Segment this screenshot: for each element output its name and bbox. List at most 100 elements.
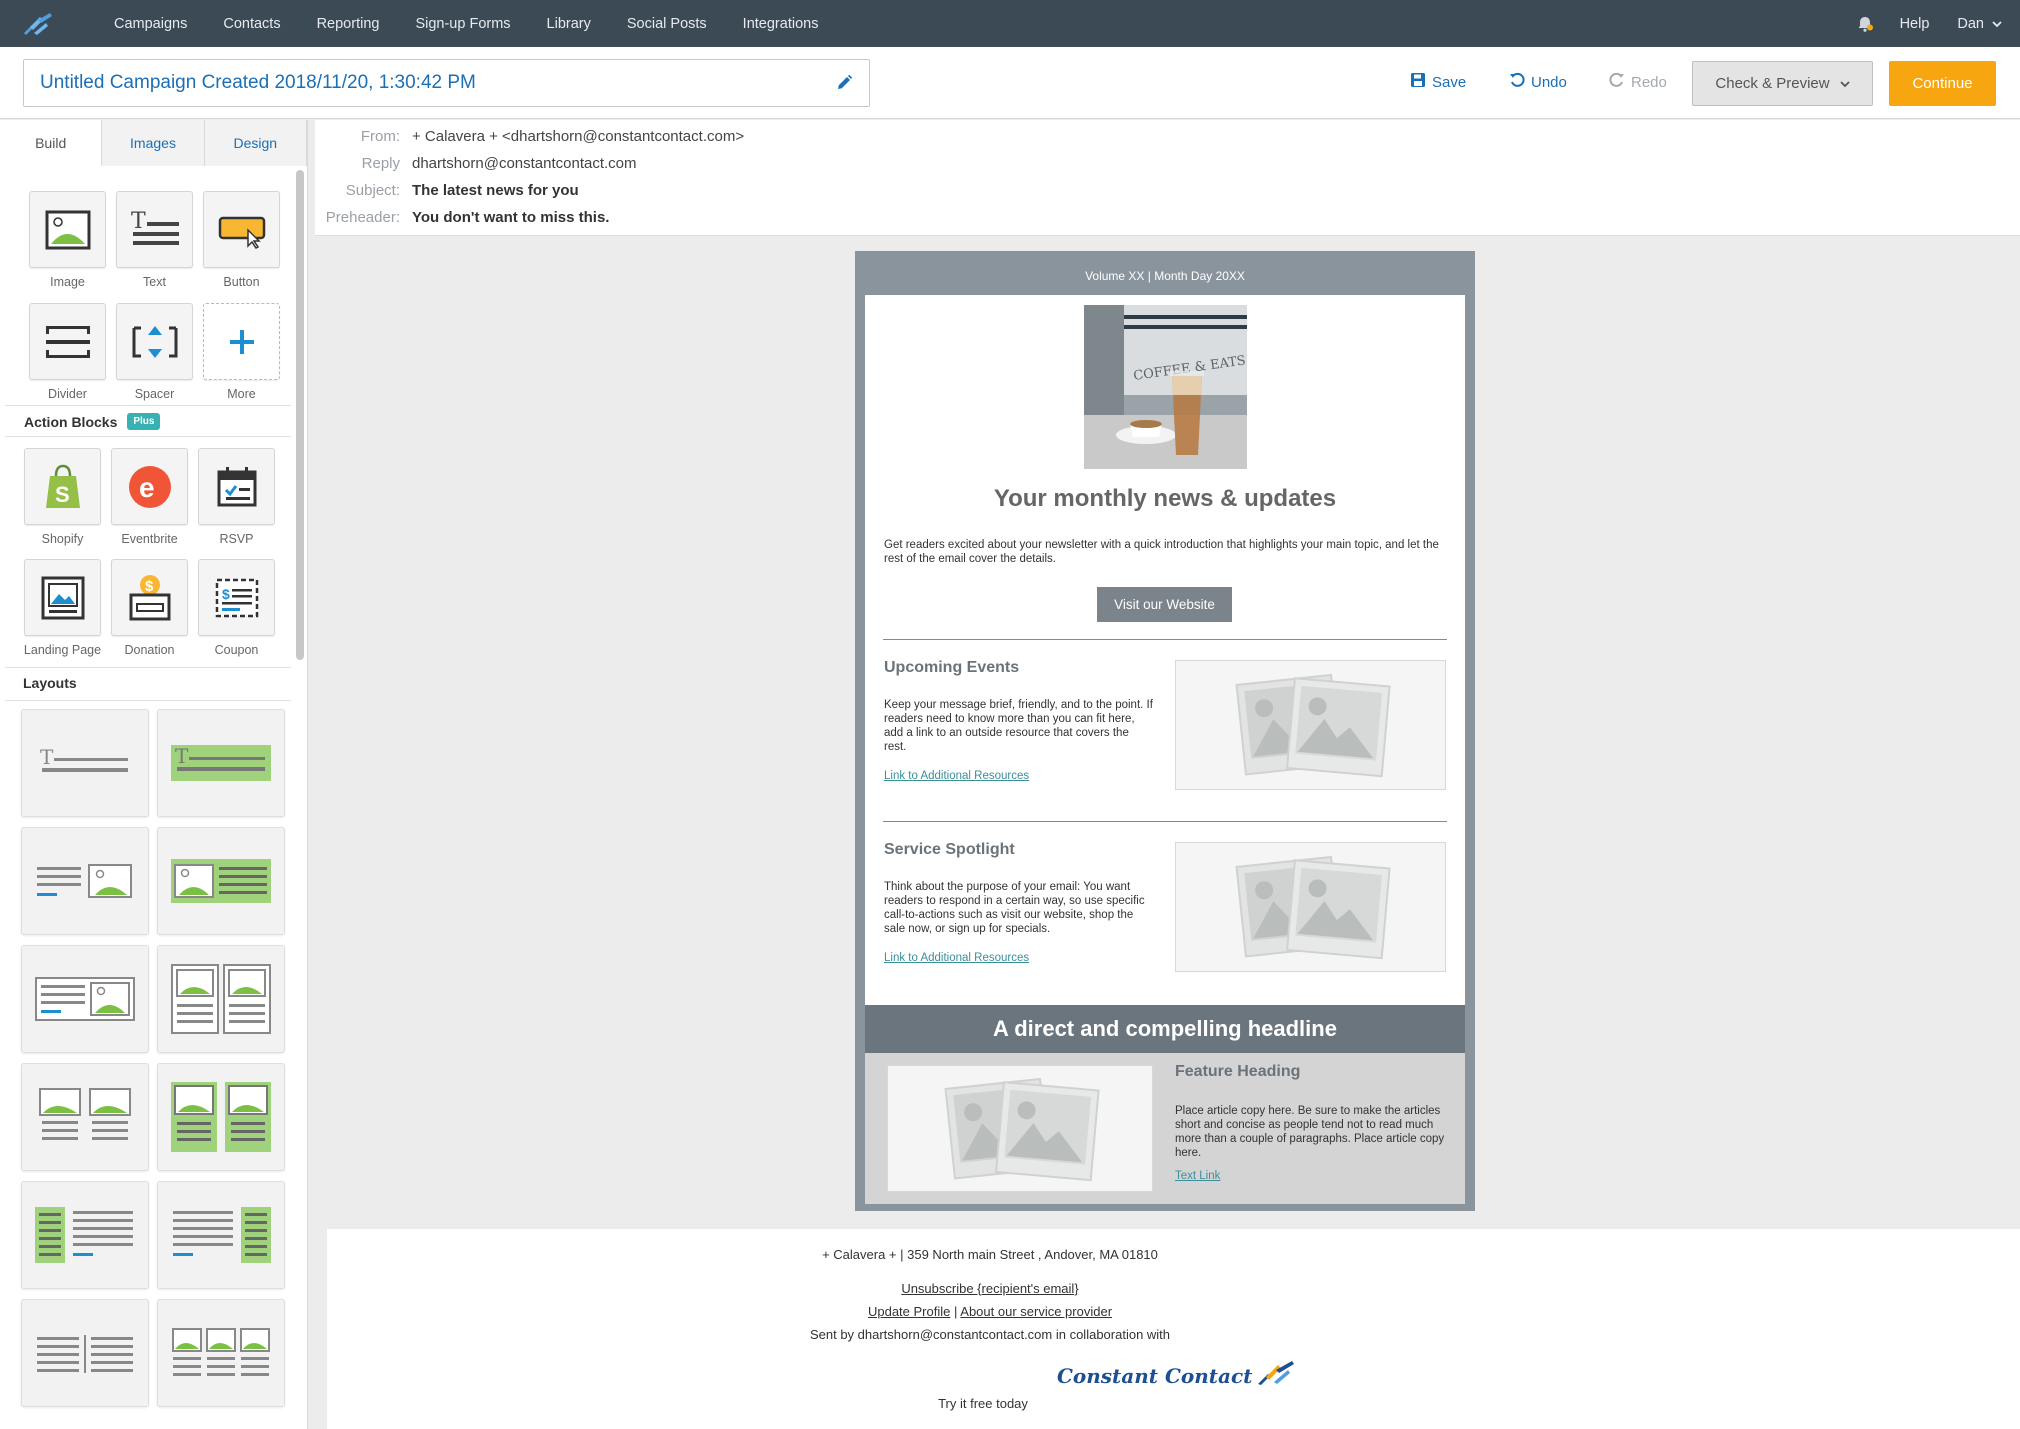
preheader-row[interactable]: Preheader: You don't want to miss this. (315, 209, 610, 226)
tab-build[interactable]: Build (0, 120, 103, 166)
nav-social-posts[interactable]: Social Posts (609, 16, 725, 32)
visit-website-button[interactable]: Visit our Website (1097, 587, 1232, 622)
layout-three-columns[interactable] (157, 1299, 285, 1407)
nav-signup-forms[interactable]: Sign-up Forms (397, 16, 528, 32)
nav-campaigns[interactable]: Campaigns (96, 16, 205, 32)
section-divider[interactable] (883, 821, 1447, 822)
service-heading[interactable]: Service Spotlight (884, 841, 1015, 859)
feature-heading[interactable]: Feature Heading (1175, 1063, 1300, 1081)
action-block-donation-label: Donation (124, 643, 175, 657)
redo-button[interactable]: Redo (1609, 72, 1667, 92)
block-spacer-label: Spacer (134, 387, 175, 401)
layout-two-text-columns[interactable] (21, 1299, 149, 1407)
image-placeholder[interactable] (1175, 842, 1446, 972)
block-text[interactable]: T Text (111, 191, 198, 293)
campaign-title: Untitled Campaign Created 2018/11/20, 1:… (40, 72, 476, 93)
bell-icon[interactable] (1856, 14, 1876, 34)
campaign-title-field[interactable]: Untitled Campaign Created 2018/11/20, 1:… (23, 59, 870, 107)
image-block-icon (29, 191, 106, 268)
continue-button[interactable]: Continue (1889, 61, 1996, 106)
action-block-shopify-label: Shopify (41, 532, 84, 546)
undo-button[interactable]: Undo (1509, 72, 1567, 92)
constant-contact-footer-logo[interactable]: Constant Contact (1057, 1360, 1300, 1391)
save-button[interactable]: Save (1410, 72, 1466, 92)
basic-blocks: Image T Text Button Divider Spacer More (24, 191, 285, 405)
footer-address[interactable]: + Calavera + | 359 North main Street , A… (490, 1247, 1490, 1262)
feature-body[interactable]: Place article copy here. Be sure to make… (1175, 1104, 1445, 1160)
check-preview-button[interactable]: Check & Preview (1692, 61, 1873, 106)
reply-value: dhartshorn@constantcontact.com (412, 155, 637, 172)
unsubscribe-link[interactable]: Unsubscribe {recipient's email} (901, 1281, 1078, 1296)
action-block-shopify[interactable]: S Shopify (19, 448, 106, 550)
subject-row[interactable]: Subject: The latest news for you (315, 182, 579, 199)
sidebar-divider (5, 405, 291, 406)
constant-contact-logo-icon[interactable] (20, 9, 66, 39)
action-block-eventbrite[interactable]: e Eventbrite (106, 448, 193, 550)
block-spacer[interactable]: Spacer (111, 303, 198, 405)
layout-title-text[interactable]: T (21, 709, 149, 817)
feature-link[interactable]: Text Link (1175, 1170, 1220, 1182)
volume-line[interactable]: Volume XX | Month Day 20XX (855, 251, 1475, 301)
action-block-coupon[interactable]: $ Coupon (193, 559, 280, 661)
action-block-rsvp[interactable]: RSVP (193, 448, 280, 550)
nav-library[interactable]: Library (529, 16, 609, 32)
image-placeholder[interactable] (887, 1065, 1153, 1192)
nav-reporting[interactable]: Reporting (299, 16, 398, 32)
hero-coffee-image[interactable]: COFFEE & EATS (1084, 305, 1247, 469)
layout-text-image[interactable] (21, 827, 149, 935)
svg-text:S: S (55, 482, 70, 507)
action-block-landing-page-label: Landing Page (23, 643, 102, 657)
layout-title-text-highlight[interactable]: T (157, 709, 285, 817)
events-link[interactable]: Link to Additional Resources (884, 770, 1029, 782)
events-body[interactable]: Keep your message brief, friendly, and t… (884, 698, 1154, 754)
layout-sidebar-right[interactable] (157, 1181, 285, 1289)
layout-two-columns[interactable] (21, 1063, 149, 1171)
layout-image-text-highlight[interactable] (157, 827, 285, 935)
action-blocks: S Shopify e Eventbrite RSVP Landing Page… (19, 448, 280, 661)
main-heading[interactable]: Your monthly news & updates (865, 485, 1465, 513)
about-provider-link[interactable]: About our service provider (960, 1304, 1112, 1319)
intro-text[interactable]: Get readers excited about your newslette… (884, 538, 1449, 566)
tab-design[interactable]: Design (204, 120, 307, 166)
action-block-donation[interactable]: $ Donation (106, 559, 193, 661)
help-link[interactable]: Help (1900, 16, 1930, 32)
nav-right: Help Dan (1856, 14, 2020, 34)
footer-tagline[interactable]: Try it free today (483, 1396, 1483, 1411)
update-profile-link[interactable]: Update Profile (868, 1304, 950, 1319)
image-placeholder[interactable] (1175, 660, 1446, 790)
layout-two-columns-highlight[interactable] (157, 1063, 285, 1171)
undo-label: Undo (1531, 73, 1567, 91)
section-divider[interactable] (883, 639, 1447, 640)
divider-block-icon (29, 303, 106, 380)
subject-label: Subject: (345, 182, 400, 199)
tab-images[interactable]: Images (102, 120, 205, 166)
preheader-label: Preheader: (325, 209, 400, 226)
nav-contacts[interactable]: Contacts (205, 16, 298, 32)
layout-framed-text-image[interactable] (21, 945, 149, 1053)
email-template: Volume XX | Month Day 20XX COFFEE & EATS (855, 251, 1475, 1211)
sidebar-scrollbar[interactable] (296, 170, 304, 660)
layout-two-framed-columns[interactable] (157, 945, 285, 1053)
service-link[interactable]: Link to Additional Resources (884, 952, 1029, 964)
headline-banner[interactable]: A direct and compelling headline (865, 1005, 1465, 1053)
block-divider[interactable]: Divider (24, 303, 111, 405)
from-row[interactable]: From: + Calavera + <dhartshorn@constantc… (315, 128, 744, 145)
block-image[interactable]: Image (24, 191, 111, 293)
chevron-down-icon (1992, 16, 2002, 32)
action-block-landing-page[interactable]: Landing Page (19, 559, 106, 661)
block-more[interactable]: More (198, 303, 285, 405)
action-block-eventbrite-label: Eventbrite (121, 532, 178, 546)
service-body[interactable]: Think about the purpose of your email: Y… (884, 880, 1154, 936)
user-menu[interactable]: Dan (1957, 16, 2002, 32)
rsvp-calendar-icon (198, 448, 275, 525)
reply-row[interactable]: Reply dhartshorn@constantcontact.com (315, 155, 637, 172)
redo-label: Redo (1631, 73, 1667, 91)
events-heading[interactable]: Upcoming Events (884, 659, 1019, 677)
nav-integrations[interactable]: Integrations (725, 16, 837, 32)
constant-contact-logo-icon (1256, 1360, 1300, 1391)
build-sidebar: Build Images Design Image T Text Button (0, 120, 308, 1429)
check-preview-label: Check & Preview (1715, 75, 1830, 92)
pencil-edit-icon[interactable] (835, 74, 853, 92)
layout-sidebar-left[interactable] (21, 1181, 149, 1289)
block-button[interactable]: Button (198, 191, 285, 293)
